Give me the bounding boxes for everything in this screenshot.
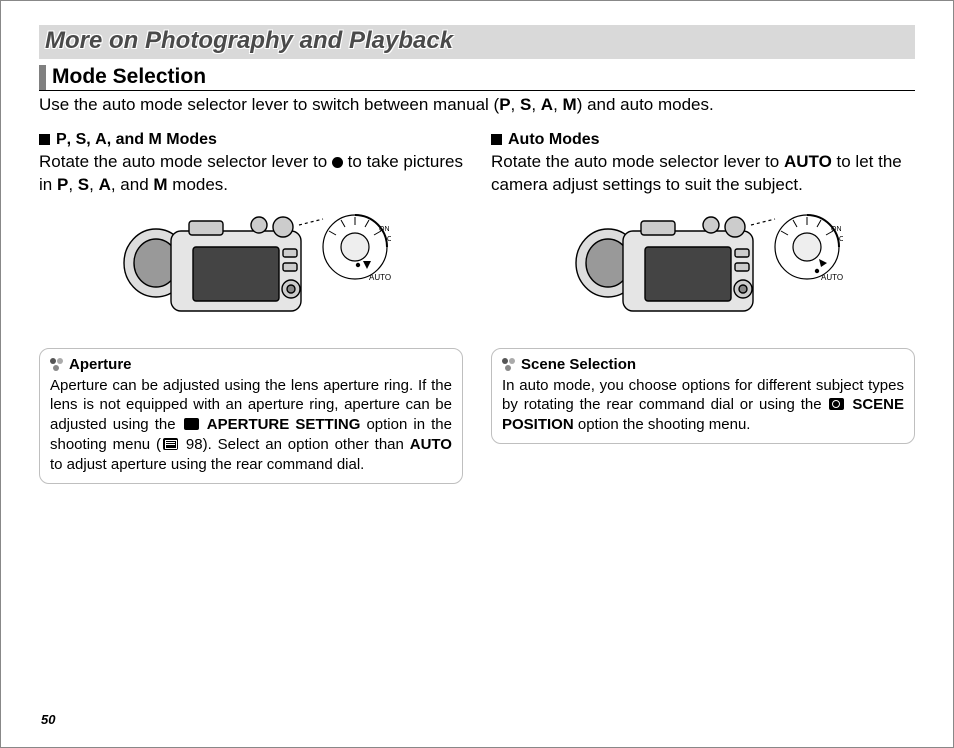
right-column: Auto Modes Rotate the auto mode selector… xyxy=(491,131,915,484)
section-intro: Use the auto mode selector lever to swit… xyxy=(39,94,915,117)
scene-menu-icon xyxy=(829,398,844,410)
auto-pre: Rotate the auto mode selector lever to xyxy=(491,152,784,171)
intro-mode-a: A xyxy=(541,95,553,114)
camera-icon: ON OFF AUTO xyxy=(111,203,391,333)
note-bullet-icon xyxy=(50,358,64,372)
sc-t2: option the shooting menu. xyxy=(574,416,751,433)
b-mode-m: M xyxy=(153,175,167,194)
svg-text:ON: ON xyxy=(379,226,390,233)
left-column: P, S, A, and M Modes Rotate the auto mod… xyxy=(39,131,463,484)
dot-icon xyxy=(332,157,343,168)
aperture-menu-icon xyxy=(184,418,199,430)
note-bullet-icon xyxy=(502,358,516,372)
h-mode-m: M xyxy=(148,131,161,148)
intro-pre: Use the auto mode selector lever to swit… xyxy=(39,95,499,114)
h-suffix: Modes xyxy=(162,131,217,148)
auto-heading: Auto Modes xyxy=(491,131,915,149)
ap-t3: to adjust aperture using the rear comman… xyxy=(50,456,364,473)
psam-heading-text: P, S, A, and M Modes xyxy=(56,131,217,149)
auto-heading-text: Auto Modes xyxy=(508,131,600,149)
psam-pre: Rotate the auto mode selector lever to xyxy=(39,152,332,171)
svg-text:ON: ON xyxy=(831,226,842,233)
intro-mode-p: P xyxy=(499,95,510,114)
h-mode-a: A xyxy=(95,131,107,148)
aperture-note-body: Aperture can be adjusted using the lens … xyxy=(50,376,452,475)
psam-body: Rotate the auto mode selector lever to t… xyxy=(39,151,463,197)
section-heading: Mode Selection xyxy=(39,65,915,91)
auto-bold: AUTO xyxy=(784,152,832,171)
b-mode-p: P xyxy=(57,175,68,194)
h-mode-p: P xyxy=(56,131,67,148)
svg-text:AUTO: AUTO xyxy=(821,273,843,282)
square-bullet-icon xyxy=(491,134,502,145)
svg-text:OFF: OFF xyxy=(839,236,843,243)
square-bullet-icon xyxy=(39,134,50,145)
ap-b1: APERTURE SETTING xyxy=(207,416,361,433)
ap-b2: AUTO xyxy=(410,436,452,453)
intro-mode-m: M xyxy=(563,95,577,114)
page: More on Photography and Playback Mode Se… xyxy=(1,1,953,484)
scene-note-title-row: Scene Selection xyxy=(502,355,904,375)
auto-body: Rotate the auto mode selector lever to A… xyxy=(491,151,915,197)
psam-post: modes. xyxy=(168,175,228,194)
svg-text:AUTO: AUTO xyxy=(369,273,391,282)
camera-illustration-left: ON OFF AUTO xyxy=(39,203,463,338)
b-mode-s: S xyxy=(78,175,89,194)
aperture-note-title: Aperture xyxy=(69,355,132,375)
section-title: Mode Selection xyxy=(52,65,206,90)
chapter-bar: More on Photography and Playback xyxy=(39,25,915,59)
scene-note: Scene Selection In auto mode, you choose… xyxy=(491,348,915,444)
scene-note-body: In auto mode, you choose options for dif… xyxy=(502,376,904,435)
camera-illustration-right: ON OFF AUTO xyxy=(491,203,915,338)
svg-text:OFF: OFF xyxy=(387,236,391,243)
aperture-note-title-row: Aperture xyxy=(50,355,452,375)
h-mode-s: S xyxy=(76,131,87,148)
intro-post: ) and auto modes. xyxy=(577,95,714,114)
ap-ref: 98). Select an option other than xyxy=(180,436,410,453)
aperture-note: Aperture Aperture can be adjusted using … xyxy=(39,348,463,484)
page-ref-icon xyxy=(163,438,178,450)
b-mode-a: A xyxy=(99,175,111,194)
scene-note-title: Scene Selection xyxy=(521,355,636,375)
camera-icon: ON OFF AUTO xyxy=(563,203,843,333)
page-number: 50 xyxy=(41,712,55,727)
chapter-title: More on Photography and Playback xyxy=(43,27,911,55)
section-accent xyxy=(39,65,46,90)
psam-heading: P, S, A, and M Modes xyxy=(39,131,463,149)
columns: P, S, A, and M Modes Rotate the auto mod… xyxy=(39,131,915,484)
intro-mode-s: S xyxy=(520,95,531,114)
